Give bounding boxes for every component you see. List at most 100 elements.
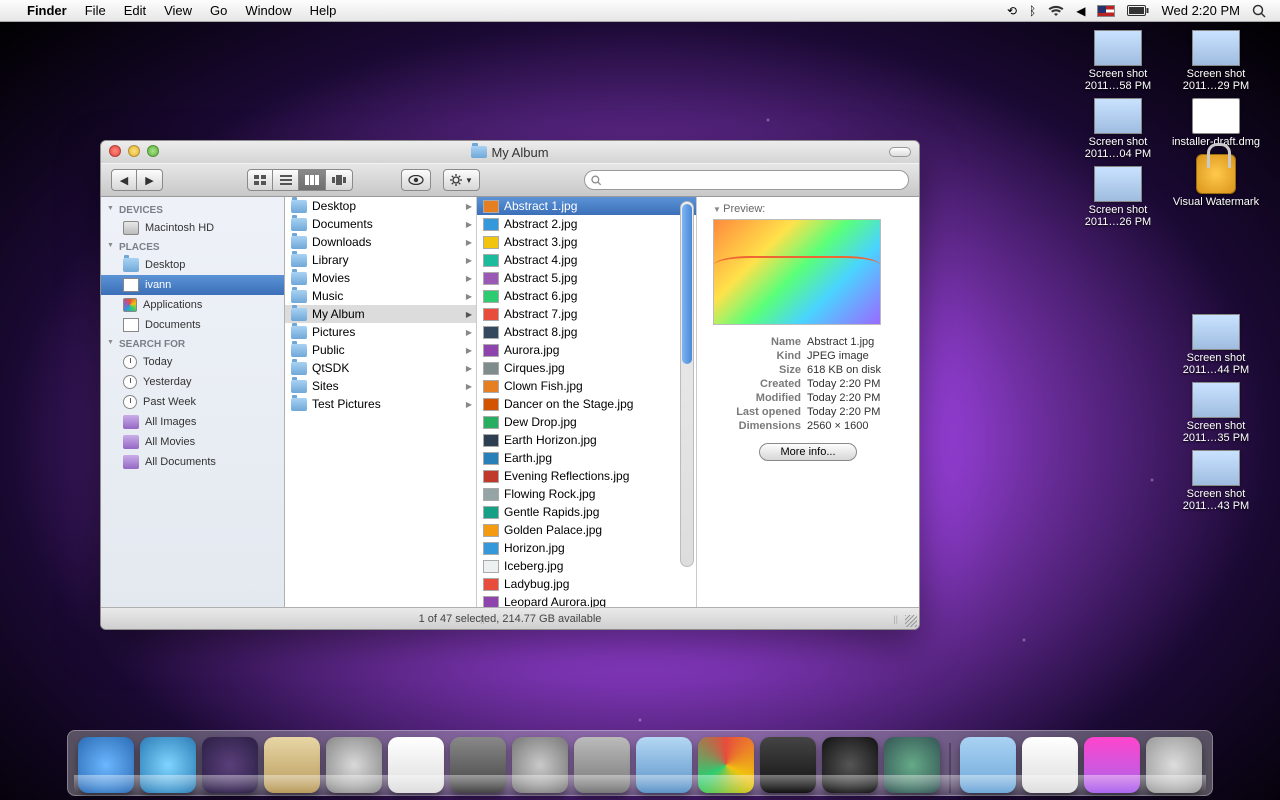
desktop-icon[interactable]: Screen shot 2011…26 PM [1072, 166, 1164, 228]
column-resize-handle[interactable]: || [477, 614, 488, 624]
folder-item[interactable]: Music▶ [285, 287, 476, 305]
desktop-icon[interactable]: Screen shot 2011…04 PM [1072, 98, 1164, 160]
menu-edit[interactable]: Edit [115, 3, 155, 18]
file-item[interactable]: Golden Palace.jpg [477, 521, 696, 539]
back-button[interactable]: ◀ [111, 169, 137, 191]
desktop-icon[interactable]: Screen shot 2011…58 PM [1072, 30, 1164, 92]
forward-button[interactable]: ▶ [137, 169, 163, 191]
action-menu-button[interactable]: ▼ [443, 169, 480, 191]
file-item[interactable]: Aurora.jpg [477, 341, 696, 359]
file-item[interactable]: Ladybug.jpg [477, 575, 696, 593]
spotlight-icon[interactable] [1246, 4, 1272, 18]
folder-item[interactable]: Sites▶ [285, 377, 476, 395]
dock-item-terminal[interactable] [760, 737, 816, 793]
window-resize-handle[interactable] [905, 615, 917, 627]
file-item[interactable]: Abstract 5.jpg [477, 269, 696, 287]
scrollbar[interactable] [680, 201, 694, 567]
desktop-icon[interactable]: Visual Watermark [1170, 154, 1262, 208]
file-item[interactable]: Flowing Rock.jpg [477, 485, 696, 503]
close-button[interactable] [109, 145, 121, 157]
search-input[interactable] [602, 174, 902, 186]
file-item[interactable]: Abstract 6.jpg [477, 287, 696, 305]
sidebar-item-macintosh-hd[interactable]: Macintosh HD [101, 218, 284, 238]
dock-item-eclipse[interactable] [202, 737, 258, 793]
dock-item-photobooth[interactable] [450, 737, 506, 793]
icon-view-button[interactable] [247, 169, 273, 191]
sidebar-item-all-movies[interactable]: All Movies [101, 432, 284, 452]
menu-help[interactable]: Help [301, 3, 346, 18]
sidebar-item-all-images[interactable]: All Images [101, 412, 284, 432]
timemachine-extra-icon[interactable]: ⟲ [1001, 4, 1023, 18]
menu-window[interactable]: Window [236, 3, 300, 18]
dock-item-ical[interactable] [388, 737, 444, 793]
menu-view[interactable]: View [155, 3, 201, 18]
file-item[interactable]: Abstract 2.jpg [477, 215, 696, 233]
file-item[interactable]: Gentle Rapids.jpg [477, 503, 696, 521]
dock-item-folder[interactable] [960, 737, 1016, 793]
titlebar[interactable]: My Album [101, 141, 919, 163]
dock-item-textedit[interactable] [1022, 737, 1078, 793]
desktop-icon[interactable]: Screen shot 2011…29 PM [1170, 30, 1262, 92]
file-item[interactable]: Abstract 7.jpg [477, 305, 696, 323]
file-item[interactable]: Evening Reflections.jpg [477, 467, 696, 485]
file-item[interactable]: Dew Drop.jpg [477, 413, 696, 431]
folder-item[interactable]: Pictures▶ [285, 323, 476, 341]
dock-item-xcode[interactable] [636, 737, 692, 793]
folder-item[interactable]: QtSDK▶ [285, 359, 476, 377]
sidebar-section-header[interactable]: SEARCH FOR [101, 335, 284, 352]
desktop-icon[interactable]: Screen shot 2011…44 PM [1170, 314, 1262, 376]
menu-file[interactable]: File [76, 3, 115, 18]
dock-item-stack[interactable] [1084, 737, 1140, 793]
file-item[interactable]: Earth.jpg [477, 449, 696, 467]
folder-item[interactable]: Downloads▶ [285, 233, 476, 251]
dock-item-automator[interactable] [574, 737, 630, 793]
list-view-button[interactable] [273, 169, 299, 191]
bluetooth-extra-icon[interactable]: ᛒ [1023, 4, 1042, 18]
sidebar-item-all-documents[interactable]: All Documents [101, 452, 284, 472]
sidebar-item-yesterday[interactable]: Yesterday [101, 372, 284, 392]
folder-item[interactable]: Movies▶ [285, 269, 476, 287]
dock-item-finder[interactable] [78, 737, 134, 793]
folder-item[interactable]: Library▶ [285, 251, 476, 269]
sidebar-item-past-week[interactable]: Past Week [101, 392, 284, 412]
column-resize-handle[interactable]: || [890, 614, 901, 624]
battery-extra-icon[interactable] [1121, 5, 1155, 16]
dock-item-preview[interactable] [264, 737, 320, 793]
sidebar-item-today[interactable]: Today [101, 352, 284, 372]
desktop-icon[interactable]: Screen shot 2011…43 PM [1170, 450, 1262, 512]
column-view-button[interactable] [299, 169, 326, 191]
file-item[interactable]: Abstract 8.jpg [477, 323, 696, 341]
sidebar-item-desktop[interactable]: Desktop [101, 255, 284, 275]
input-source-extra[interactable] [1091, 5, 1121, 17]
quicklook-button[interactable] [401, 169, 431, 191]
sidebar-item-applications[interactable]: Applications [101, 295, 284, 315]
dock-item-trash[interactable] [1146, 737, 1202, 793]
zoom-button[interactable] [147, 145, 159, 157]
dock-item-timemachine[interactable] [884, 737, 940, 793]
wifi-extra-icon[interactable] [1042, 5, 1070, 17]
coverflow-view-button[interactable] [326, 169, 353, 191]
file-item[interactable]: Earth Horizon.jpg [477, 431, 696, 449]
file-item[interactable]: Leopard Aurora.jpg [477, 593, 696, 607]
file-item[interactable]: Abstract 3.jpg [477, 233, 696, 251]
more-info-button[interactable]: More info... [759, 443, 856, 461]
desktop-icon[interactable]: installer-draft.dmg [1170, 98, 1262, 148]
folder-item[interactable]: Public▶ [285, 341, 476, 359]
menu-go[interactable]: Go [201, 3, 236, 18]
search-field[interactable] [584, 170, 909, 190]
minimize-button[interactable] [128, 145, 140, 157]
file-item[interactable]: Iceberg.jpg [477, 557, 696, 575]
folder-item[interactable]: Desktop▶ [285, 197, 476, 215]
app-menu[interactable]: Finder [18, 3, 76, 18]
folder-item[interactable]: Documents▶ [285, 215, 476, 233]
scrollbar-thumb[interactable] [682, 204, 692, 364]
file-item[interactable]: Clown Fish.jpg [477, 377, 696, 395]
desktop-icon[interactable]: Screen shot 2011…35 PM [1170, 382, 1262, 444]
dock-item-appstore[interactable] [140, 737, 196, 793]
toolbar-toggle-button[interactable] [889, 147, 911, 157]
file-item[interactable]: Abstract 4.jpg [477, 251, 696, 269]
menubar-clock[interactable]: Wed 2:20 PM [1155, 3, 1246, 18]
dock-item-sysprefs[interactable] [512, 737, 568, 793]
sidebar-section-header[interactable]: PLACES [101, 238, 284, 255]
folder-item[interactable]: Test Pictures▶ [285, 395, 476, 413]
